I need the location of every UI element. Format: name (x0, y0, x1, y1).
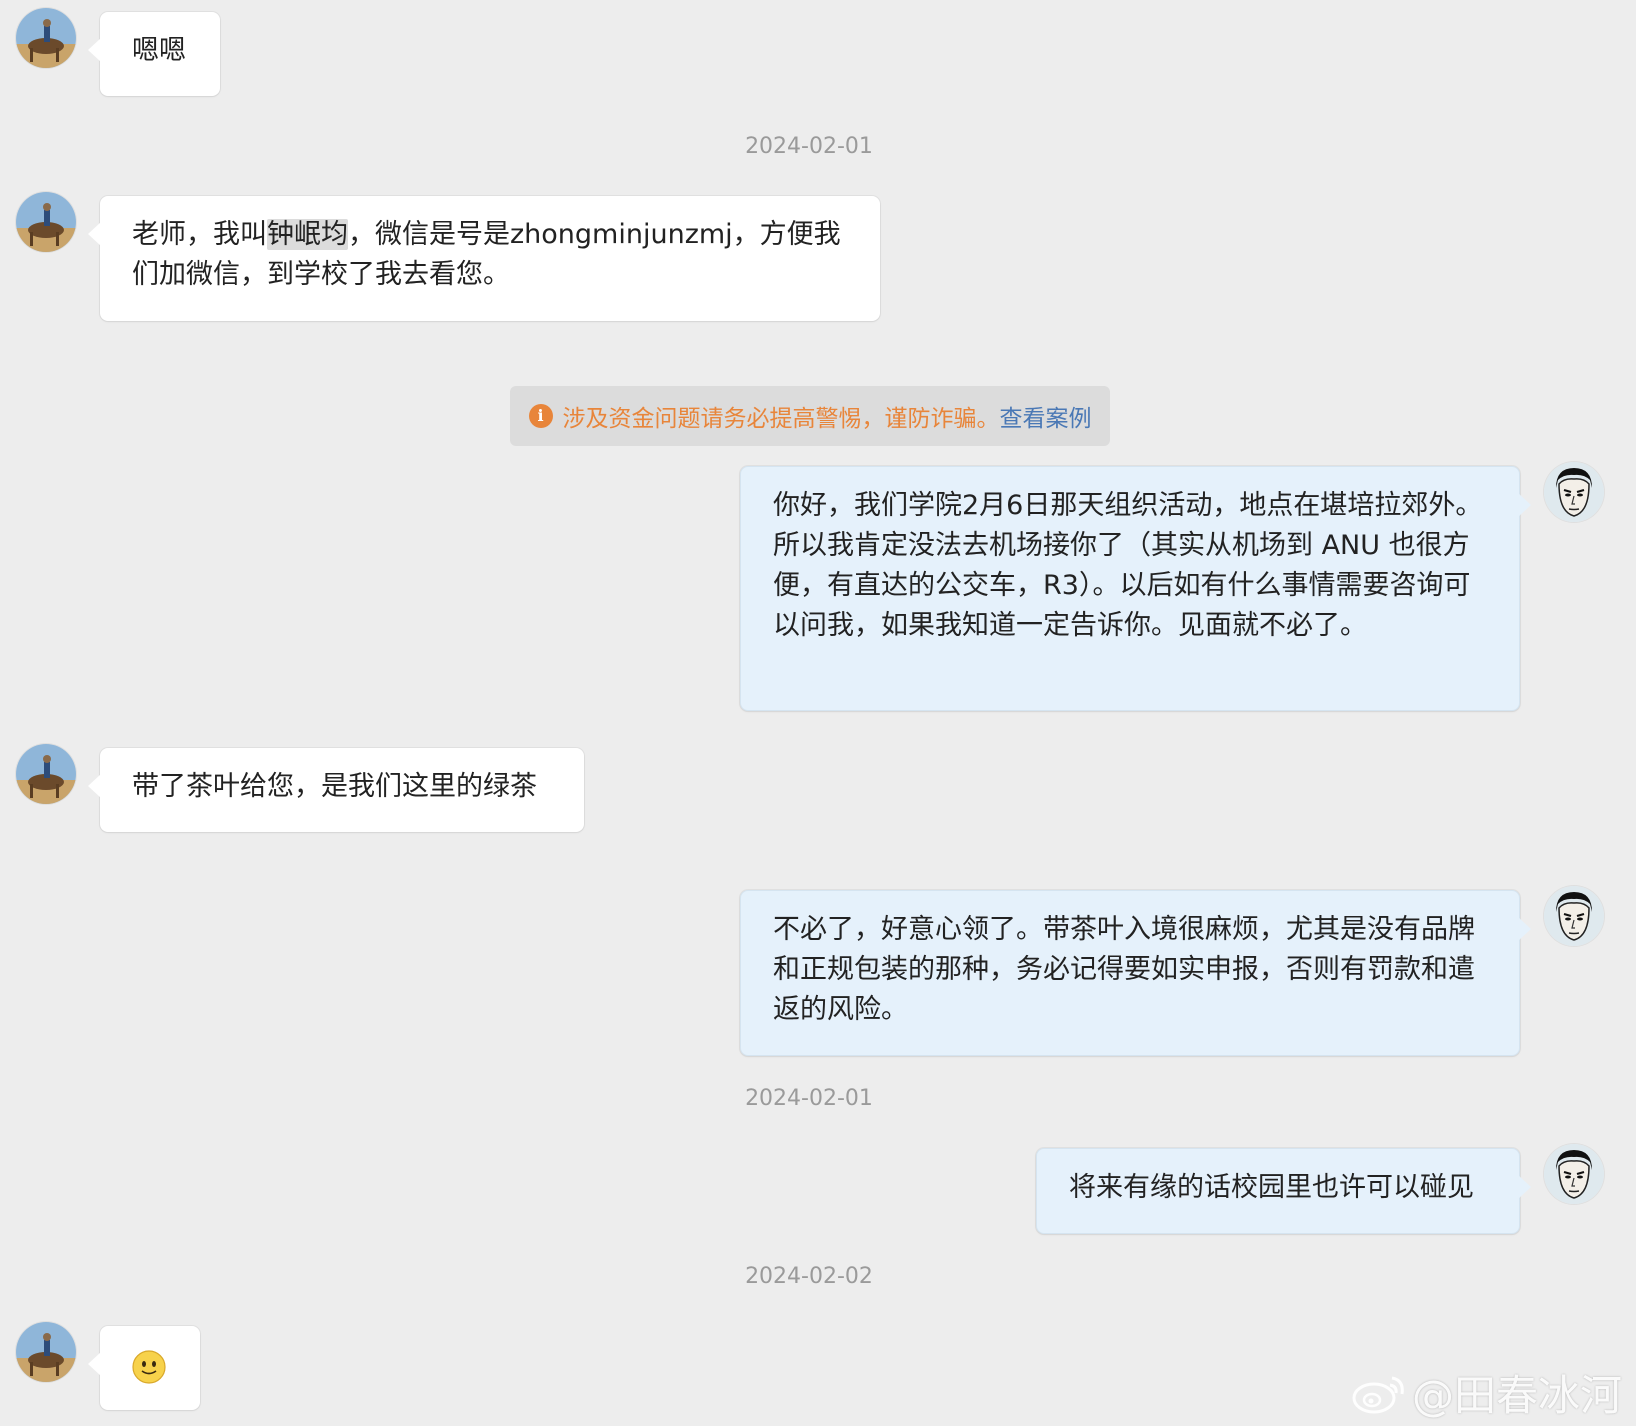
camel-rider-photo-icon (16, 744, 76, 804)
timestamp: 2024-02-01 (745, 1086, 873, 1111)
timestamp: 2024-02-02 (745, 1264, 873, 1289)
message-bubble-incoming[interactable]: 带了茶叶给您，是我们这里的绿茶 (88, 748, 584, 832)
weibo-watermark: @田春冰河 (1350, 1362, 1622, 1423)
contact-avatar[interactable] (16, 744, 76, 804)
contact-avatar[interactable] (16, 8, 76, 68)
fraud-warning-banner: i 涉及资金问题请务必提高警惕，谨防诈骗。 查看案例 (510, 386, 1110, 446)
message-bubble-incoming[interactable] (88, 1326, 200, 1410)
warning-text: 涉及资金问题请务必提高警惕，谨防诈骗。 (562, 406, 1000, 432)
watermark-text: @田春冰河 (1412, 1371, 1623, 1420)
self-avatar[interactable] (1544, 886, 1604, 946)
message-text: 将来有缘的话校园里也许可以碰见 (1069, 1172, 1474, 1203)
message-text: 你好，我们学院2月6日那天组织活动，地点在堪培拉郊外。所以我肯定没法去机场接你了… (773, 490, 1483, 641)
cartoon-man-face-icon (1544, 462, 1604, 522)
info-icon: i (528, 404, 553, 428)
self-avatar[interactable] (1544, 1144, 1604, 1204)
chat-window: 嗯嗯 2024-02-01 老师，我叫钟岷均，微信是号是zhongminjunz… (0, 0, 1636, 1426)
message-text-part: 老师，我叫 (132, 219, 267, 250)
view-cases-link[interactable]: 查看案例 (1000, 399, 1092, 433)
cartoon-man-face-icon (1544, 886, 1604, 946)
weibo-logo-icon (1352, 1376, 1404, 1413)
message-bubble-incoming[interactable]: 嗯嗯 (88, 12, 220, 96)
contact-avatar[interactable] (16, 1322, 76, 1382)
camel-rider-photo-icon (16, 192, 76, 252)
highlighted-name[interactable]: 钟岷均 (267, 219, 348, 250)
timestamp: 2024-02-01 (745, 134, 873, 159)
message-text: 不必了，好意心领了。带茶叶入境很麻烦，尤其是没有品牌和正规包装的那种，务必记得要… (773, 914, 1475, 1025)
message-text: 老师，我叫钟岷均，微信是号是zhongminjunzmj，方便我们加微信，到学校… (132, 219, 841, 290)
self-avatar[interactable] (1544, 462, 1604, 522)
message-text: 带了茶叶给您，是我们这里的绿茶 (132, 771, 537, 802)
message-bubble-incoming[interactable]: 老师，我叫钟岷均，微信是号是zhongminjunzmj，方便我们加微信，到学校… (88, 196, 880, 321)
camel-rider-photo-icon (16, 1322, 76, 1382)
camel-rider-photo-icon (16, 8, 76, 68)
message-bubble-outgoing[interactable]: 不必了，好意心领了。带茶叶入境很麻烦，尤其是没有品牌和正规包装的那种，务必记得要… (740, 890, 1531, 1056)
contact-avatar[interactable] (16, 192, 76, 252)
smile-emoji-icon (132, 1350, 166, 1384)
cartoon-man-face-icon (1544, 1144, 1604, 1204)
message-bubble-outgoing[interactable]: 你好，我们学院2月6日那天组织活动，地点在堪培拉郊外。所以我肯定没法去机场接你了… (740, 466, 1531, 711)
message-text: 嗯嗯 (132, 35, 186, 66)
message-bubble-outgoing[interactable]: 将来有缘的话校园里也许可以碰见 (1036, 1148, 1531, 1234)
